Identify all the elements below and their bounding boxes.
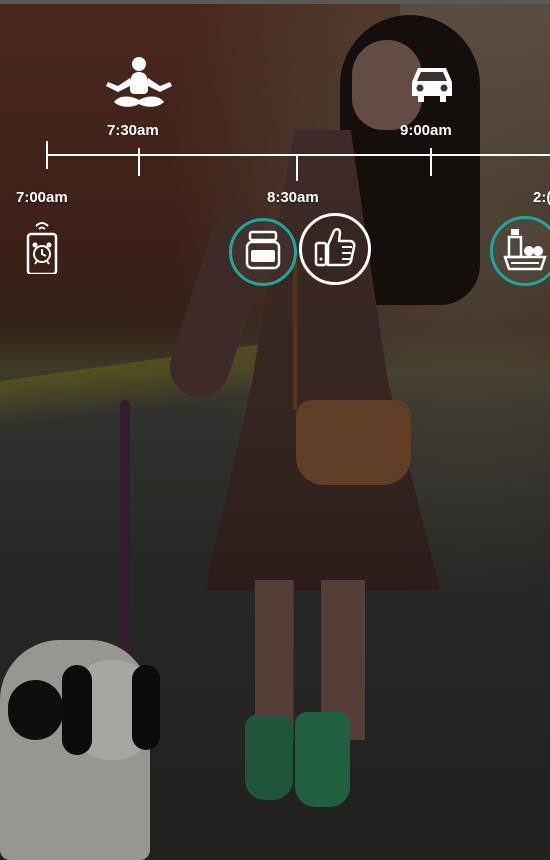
timeline-tick-0830 [296, 155, 298, 181]
time-label-0700: 7:00am [16, 189, 68, 206]
time-label-partial: 2:( [533, 189, 550, 206]
time-label-0730: 7:30am [107, 122, 159, 139]
jar-icon [244, 230, 282, 275]
thumbs-up-icon [314, 227, 356, 272]
top-edge-bar [0, 0, 550, 4]
photo-dim-overlay [0, 0, 550, 860]
timeline-tick-0900 [430, 148, 432, 176]
groceries-icon [503, 227, 547, 276]
thumbs-up-button[interactable] [299, 213, 371, 285]
app-screen: 7:30am 9:00am 7:00am 8:30am 2:( [0, 0, 550, 860]
timeline-axis [46, 154, 550, 156]
timeline-tick-0730 [138, 148, 140, 176]
time-label-0830: 8:30am [267, 189, 319, 206]
alarm-phone-icon[interactable] [26, 220, 58, 276]
jar-activity-button[interactable] [229, 218, 297, 286]
meditation-icon[interactable] [106, 56, 172, 110]
timeline-tick-0700 [46, 141, 48, 169]
time-label-0900: 9:00am [400, 122, 452, 139]
car-icon[interactable] [408, 64, 456, 104]
